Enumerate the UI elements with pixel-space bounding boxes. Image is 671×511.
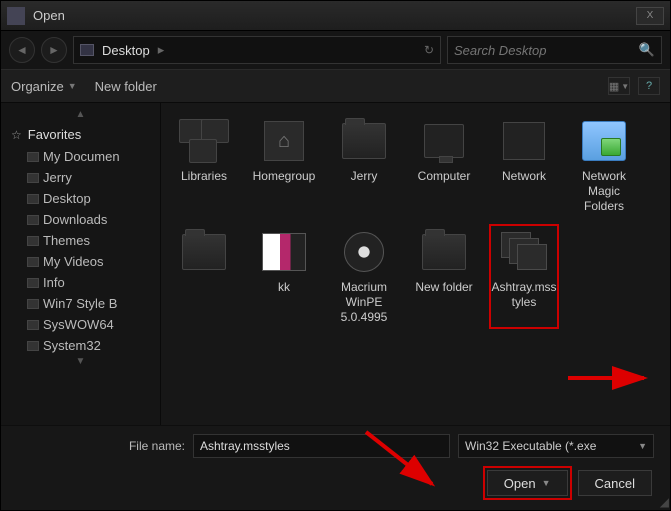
titlebar: Open X [1, 1, 670, 31]
address-bar[interactable]: Desktop ▸ ↻ [73, 36, 441, 64]
folder-icon [27, 341, 39, 351]
file-unnamed-folder[interactable] [169, 224, 239, 329]
sidebar-item-themes[interactable]: Themes [1, 230, 160, 251]
sidebar-item-my-videos[interactable]: My Videos [1, 251, 160, 272]
file-homegroup[interactable]: ⌂ Homegroup [249, 113, 319, 218]
folder-icon [27, 173, 39, 183]
help-button[interactable]: ? [638, 77, 660, 95]
disc-icon [344, 232, 384, 272]
sidebar-item-info[interactable]: Info [1, 272, 160, 293]
search-icon: 🔍 [639, 42, 655, 58]
file-type-filter[interactable]: Win32 Executable (*.exe ▼ [458, 434, 654, 458]
folder-icon [27, 215, 39, 225]
folder-icon [27, 236, 39, 246]
close-button[interactable]: X [636, 7, 664, 25]
new-folder-label: New folder [95, 79, 157, 94]
chevron-down-icon: ▼ [68, 81, 77, 91]
folder-icon [27, 278, 39, 288]
file-libraries[interactable]: Libraries [169, 113, 239, 218]
scroll-down-icon[interactable]: ▼ [1, 356, 160, 370]
open-button[interactable]: Open ▼ [487, 470, 568, 496]
organize-button[interactable]: Organize ▼ [11, 79, 77, 94]
sidebar-item-syswow64[interactable]: SysWOW64 [1, 314, 160, 335]
image-icon [262, 233, 306, 271]
star-icon: ☆ [11, 128, 22, 142]
breadcrumb-location[interactable]: Desktop [102, 43, 150, 58]
sidebar-item-downloads[interactable]: Downloads [1, 209, 160, 230]
resize-grip-icon[interactable]: ◢ [660, 495, 667, 509]
file-pane[interactable]: Libraries ⌂ Homegroup Jerry Computer Net… [161, 103, 670, 425]
folder-icon [182, 234, 226, 270]
folder-icon [422, 234, 466, 270]
folder-icon [27, 152, 39, 162]
new-folder-button[interactable]: New folder [95, 79, 157, 94]
view-mode-button[interactable]: ▦▼ [608, 77, 630, 95]
file-network[interactable]: Network [489, 113, 559, 218]
file-ashtray-msstyles[interactable]: Ashtray.msstyles [489, 224, 559, 329]
back-button[interactable]: ◄ [9, 37, 35, 63]
filename-label: File name: [17, 439, 185, 453]
file-kk[interactable]: kk [249, 224, 319, 329]
annotation-arrow-icon [566, 363, 656, 393]
favorites-label: Favorites [28, 127, 81, 142]
search-box[interactable]: 🔍 [447, 36, 662, 64]
msstyles-icon [501, 232, 547, 272]
filter-label: Win32 Executable (*.exe [465, 439, 596, 453]
network-icon [503, 122, 545, 160]
refresh-icon[interactable]: ↻ [424, 43, 434, 57]
homegroup-icon: ⌂ [264, 121, 304, 161]
chevron-down-icon: ▼ [638, 441, 647, 451]
open-label: Open [504, 476, 536, 491]
app-icon [7, 7, 25, 25]
sidebar: ▲ ☆ Favorites My Documen Jerry Desktop D… [1, 103, 161, 425]
computer-icon [424, 124, 464, 158]
file-computer[interactable]: Computer [409, 113, 479, 218]
desktop-icon [80, 44, 94, 56]
folder-icon [342, 123, 386, 159]
window-buttons: X [636, 7, 664, 25]
libraries-icon [179, 119, 229, 163]
cancel-button[interactable]: Cancel [578, 470, 652, 496]
breadcrumb-sep-icon[interactable]: ▸ [158, 42, 165, 58]
open-dialog: Open X ◄ ► Desktop ▸ ↻ 🔍 Organize ▼ New … [0, 0, 671, 511]
cancel-label: Cancel [595, 476, 635, 491]
file-macrium-winpe[interactable]: Macrium WinPE 5.0.4995 [329, 224, 399, 329]
folder-icon [27, 194, 39, 204]
folder-icon [27, 320, 39, 330]
search-input[interactable] [454, 43, 635, 58]
file-network-magic-folders[interactable]: Network Magic Folders [569, 113, 639, 218]
sidebar-item-system32[interactable]: System32 [1, 335, 160, 356]
file-new-folder[interactable]: New folder [409, 224, 479, 329]
filename-input[interactable] [193, 434, 450, 458]
folder-icon [27, 257, 39, 267]
network-magic-icon [582, 121, 626, 161]
file-jerry[interactable]: Jerry [329, 113, 399, 218]
folder-icon [27, 299, 39, 309]
forward-button[interactable]: ► [41, 37, 67, 63]
sidebar-item-desktop[interactable]: Desktop [1, 188, 160, 209]
toolbar: Organize ▼ New folder ▦▼ ? [1, 69, 670, 103]
nav-row: ◄ ► Desktop ▸ ↻ 🔍 [1, 31, 670, 69]
window-title: Open [33, 8, 636, 23]
organize-label: Organize [11, 79, 64, 94]
sidebar-item-my-documents[interactable]: My Documen [1, 146, 160, 167]
favorites-section[interactable]: ☆ Favorites [1, 123, 160, 146]
chevron-down-icon: ▼ [542, 478, 551, 488]
bottom-panel: File name: Win32 Executable (*.exe ▼ Ope… [1, 425, 670, 510]
sidebar-item-jerry[interactable]: Jerry [1, 167, 160, 188]
sidebar-item-win7-style[interactable]: Win7 Style B [1, 293, 160, 314]
scroll-up-icon[interactable]: ▲ [1, 109, 160, 123]
